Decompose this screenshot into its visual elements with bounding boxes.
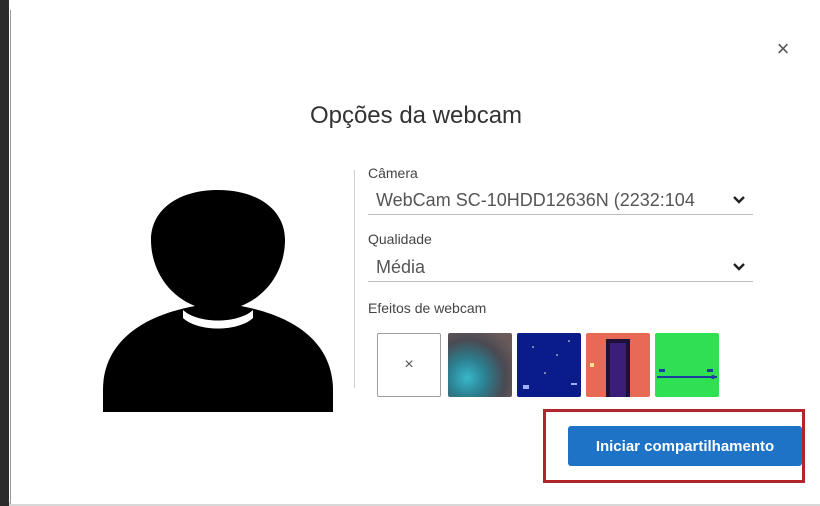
room-background-image (590, 339, 630, 397)
quality-label: Qualidade (368, 231, 432, 247)
webcam-options-dialog: × Opções da webcam Câmera WebCam SC-10HD… (10, 10, 820, 504)
chevron-down-icon (733, 196, 745, 204)
space-background-image (523, 340, 577, 389)
effect-green-screen-tile[interactable] (655, 333, 719, 397)
camera-label: Câmera (368, 165, 418, 181)
green-screen-image (657, 369, 717, 379)
camera-select[interactable]: WebCam SC-10HDD12636N (2232:104 (368, 188, 753, 215)
camera-value: WebCam SC-10HDD12636N (2232:104 (376, 190, 695, 210)
page-left-edge (0, 0, 9, 506)
chevron-down-icon (733, 263, 745, 271)
effect-none-tile[interactable]: × (377, 333, 441, 397)
avatar-silhouette (103, 190, 333, 412)
webcam-effects-label: Efeitos de webcam (368, 300, 487, 316)
dialog-title: Opções da webcam (309, 102, 523, 129)
no-effect-icon: × (404, 356, 414, 373)
quality-select[interactable]: Média (368, 255, 753, 282)
vertical-divider (354, 170, 355, 388)
close-icon[interactable]: × (772, 38, 794, 60)
effect-space-tile[interactable] (517, 333, 581, 397)
start-sharing-button[interactable]: Iniciar compartilhamento (568, 426, 802, 466)
quality-value: Média (376, 257, 426, 277)
effect-blur-tile[interactable] (448, 333, 512, 397)
effect-room-tile[interactable] (586, 333, 650, 397)
